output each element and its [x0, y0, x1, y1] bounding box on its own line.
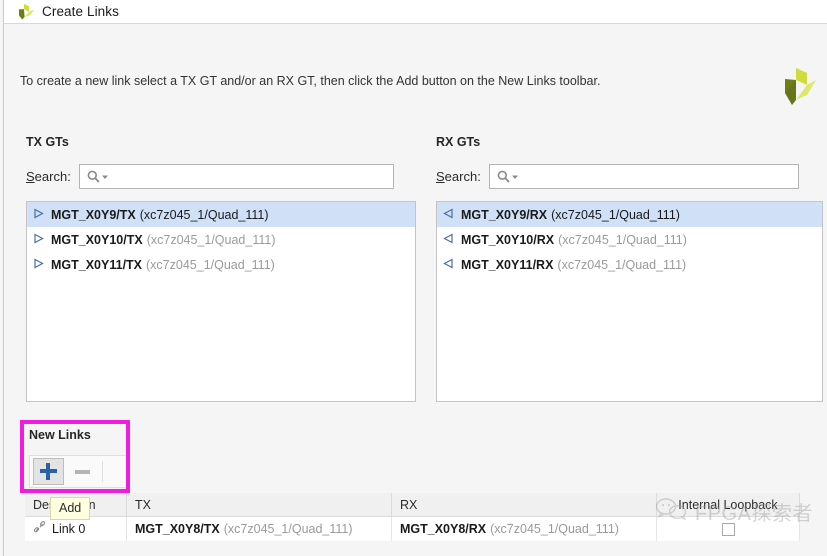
column-header-rx[interactable]: RX [392, 493, 657, 517]
gt-name: MGT_X0Y9/TX [51, 208, 136, 222]
tx-gts-list[interactable]: MGT_X0Y9/TX (xc7z045_1/Quad_111) MGT_X0Y… [26, 201, 416, 402]
rx-search-accel: S [436, 169, 445, 184]
remove-link-button[interactable] [67, 458, 98, 485]
tx-search-input[interactable] [109, 165, 393, 188]
gt-name: MGT_X0Y9/RX [461, 208, 547, 222]
list-item[interactable]: MGT_X0Y9/TX (xc7z045_1/Quad_111) [27, 202, 415, 227]
link-chain-icon [33, 521, 46, 537]
add-button-tooltip: Add [50, 497, 90, 520]
plus-icon [40, 463, 57, 480]
gt-location: (xc7z045_1/Quad_111) [140, 208, 269, 222]
cell-description[interactable]: Link 0 [25, 517, 127, 541]
list-item[interactable]: MGT_X0Y9/RX (xc7z045_1/Quad_111) [437, 202, 822, 227]
gt-name: MGT_X0Y8/RX [400, 522, 486, 536]
list-item[interactable]: MGT_X0Y10/RX (xc7z045_1/Quad_111) [437, 227, 822, 252]
internal-loopback-checkbox[interactable] [722, 523, 735, 536]
gt-name: MGT_X0Y8/TX [135, 522, 220, 536]
gt-location: (xc7z045_1/Quad_111) [147, 233, 276, 247]
tx-search-label-rest: earch: [35, 169, 71, 184]
rx-triangle-left-icon [443, 233, 454, 247]
rx-search-box[interactable] [489, 164, 799, 189]
rx-triangle-left-icon [443, 208, 454, 222]
gt-name: MGT_X0Y10/RX [461, 233, 554, 247]
list-item[interactable]: MGT_X0Y11/TX (xc7z045_1/Quad_111) [27, 252, 415, 277]
tx-triangle-right-icon [33, 208, 44, 222]
gt-location: (xc7z045_1/Quad_111) [146, 258, 275, 272]
dialog-title: Create Links [42, 4, 119, 19]
add-link-button[interactable] [33, 458, 64, 485]
instruction-strip: To create a new link select a TX GT and/… [4, 24, 827, 100]
list-item[interactable]: MGT_X0Y11/RX (xc7z045_1/Quad_111) [437, 252, 822, 277]
tx-triangle-right-icon [33, 233, 44, 247]
tx-search-accel: S [26, 169, 35, 184]
tx-gts-label: TX GTs [26, 135, 69, 149]
instruction-text: To create a new link select a TX GT and/… [20, 74, 600, 88]
new-links-table: Description TX RX Internal Loopback Link… [25, 493, 800, 541]
dialog-titlebar: Create Links [4, 0, 827, 23]
chevron-down-icon[interactable] [101, 173, 109, 181]
tx-triangle-right-icon [33, 258, 44, 272]
tx-search-label: Search: [26, 169, 71, 184]
gt-name: MGT_X0Y11/RX [461, 258, 553, 272]
gt-location: (xc7z045_1/Quad_111) [490, 522, 619, 536]
cell-internal-loopback[interactable] [657, 517, 800, 541]
cell-rx[interactable]: MGT_X0Y8/RX (xc7z045_1/Quad_111) [392, 517, 657, 541]
search-icon [497, 170, 510, 183]
tx-search-row: Search: [26, 164, 394, 189]
gt-location: (xc7z045_1/Quad_111) [551, 208, 680, 222]
gt-location: (xc7z045_1/Quad_111) [558, 233, 687, 247]
new-links-toolbar [29, 455, 127, 488]
gt-name: MGT_X0Y11/TX [51, 258, 142, 272]
toolbar-divider [102, 461, 103, 482]
cell-tx[interactable]: MGT_X0Y8/TX (xc7z045_1/Quad_111) [127, 517, 392, 541]
xilinx-brand-logo-icon [781, 67, 817, 107]
xilinx-logo-icon [17, 4, 35, 20]
list-item[interactable]: MGT_X0Y10/TX (xc7z045_1/Quad_111) [27, 227, 415, 252]
gt-location: (xc7z045_1/Quad_111) [224, 522, 353, 536]
tx-search-box[interactable] [79, 164, 394, 189]
table-header-row: Description TX RX Internal Loopback [25, 493, 800, 517]
rx-gts-label: RX GTs [436, 135, 480, 149]
gt-name: MGT_X0Y10/TX [51, 233, 143, 247]
create-links-dialog: Create Links To create a new link select… [0, 0, 827, 556]
rx-search-input[interactable] [519, 165, 798, 188]
rx-search-row: Search: [436, 164, 799, 189]
table-row[interactable]: Link 0 MGT_X0Y8/TX (xc7z045_1/Quad_111) … [25, 517, 800, 541]
chevron-down-icon[interactable] [511, 173, 519, 181]
column-header-internal-loopback[interactable]: Internal Loopback [657, 493, 800, 517]
rx-gts-list[interactable]: MGT_X0Y9/RX (xc7z045_1/Quad_111) MGT_X0Y… [436, 201, 823, 402]
rx-triangle-left-icon [443, 258, 454, 272]
gt-location: (xc7z045_1/Quad_111) [557, 258, 686, 272]
link-description-text: Link 0 [52, 522, 85, 536]
new-links-label: New Links [29, 428, 91, 442]
search-icon [87, 170, 100, 183]
column-header-tx[interactable]: TX [127, 493, 392, 517]
minus-icon [75, 470, 90, 474]
rx-search-label: Search: [436, 169, 481, 184]
rx-search-label-rest: earch: [445, 169, 481, 184]
